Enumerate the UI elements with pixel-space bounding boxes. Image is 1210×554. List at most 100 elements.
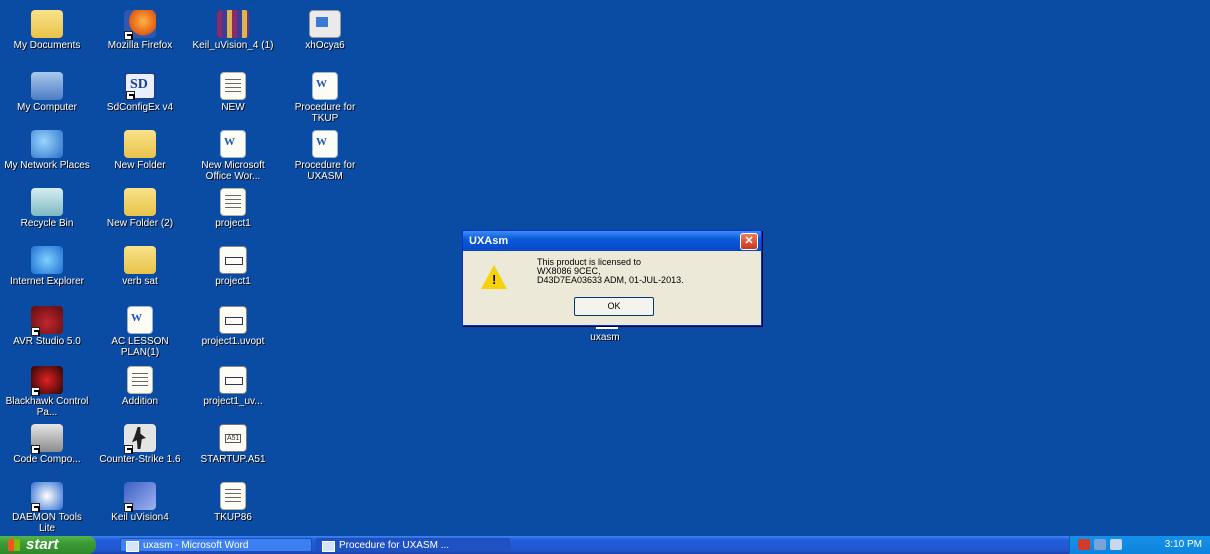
icon-label: My Computer	[16, 102, 77, 113]
taskbar: start uxasm - Microsoft Word Procedure f…	[0, 536, 1210, 554]
ok-button[interactable]: OK	[574, 297, 654, 316]
license-dialog: UXAsm ✕ ! This product is licensed to WX…	[462, 230, 762, 326]
word-doc-icon	[220, 130, 246, 158]
desktop-icon-procedure-uxasm[interactable]: Procedure for UXASM	[280, 130, 370, 182]
windows-logo-icon	[8, 539, 20, 551]
icon-label: Counter-Strike 1.6	[99, 454, 181, 465]
icon-label: Code Compo...	[13, 454, 81, 465]
desktop-icon-project1-uvopt[interactable]: project1.uvopt	[188, 306, 278, 347]
recycle-bin-icon	[31, 188, 63, 216]
desktop-icon-project1-uv[interactable]: project1_uv...	[188, 366, 278, 407]
keil-icon	[217, 10, 249, 38]
clock[interactable]: 3:10 PM	[1165, 536, 1202, 554]
taskbar-item-uxasm-word[interactable]: uxasm - Microsoft Word	[120, 538, 312, 552]
text-file-icon	[220, 188, 246, 216]
desktop-icon-project1-text[interactable]: project1	[188, 188, 278, 229]
taskbar-item-label: uxasm - Microsoft Word	[143, 540, 249, 551]
desktop-icon-code-composer[interactable]: Code Compo...	[2, 424, 92, 465]
desktop-icon-addition[interactable]: Addition	[95, 366, 185, 407]
icon-label: Procedure for UXASM	[294, 160, 356, 182]
word-doc-icon	[312, 130, 338, 158]
icon-label: Keil uVision4	[111, 512, 169, 523]
text-file-icon	[127, 366, 153, 394]
tray-app-icon[interactable]	[1078, 539, 1090, 550]
system-tray: 3:10 PM	[1069, 536, 1210, 554]
desktop-icon-my-documents[interactable]: My Documents	[2, 10, 92, 51]
word-doc-icon	[322, 541, 335, 552]
text-file-icon	[220, 482, 246, 510]
desktop-icon-internet-explorer[interactable]: Internet Explorer	[2, 246, 92, 287]
image-file-icon	[309, 10, 341, 38]
uvproj-file-icon	[219, 246, 247, 274]
code-composer-icon	[31, 424, 63, 454]
close-button[interactable]: ✕	[740, 233, 758, 250]
uxasm-icon-label[interactable]: uxasm	[580, 332, 630, 343]
desktop-icon-new[interactable]: NEW	[188, 72, 278, 113]
shortcut-arrow-icon	[124, 31, 133, 40]
icon-label: project1	[215, 218, 251, 229]
icon-label: Recycle Bin	[20, 218, 74, 229]
word-doc-icon	[127, 306, 153, 334]
dialog-title-bar[interactable]: UXAsm ✕	[463, 231, 761, 251]
icon-label: New Folder	[114, 160, 166, 171]
icon-label: Blackhawk Control Pa...	[5, 396, 89, 418]
desktop-icon-xhocya6[interactable]: xhOcya6	[280, 10, 370, 51]
desktop-icon-avr-studio[interactable]: AVR Studio 5.0	[2, 306, 92, 347]
avr-studio-icon	[31, 306, 63, 336]
desktop-icon-new-folder[interactable]: New Folder	[95, 130, 185, 171]
icon-label: New Microsoft Office Wor...	[201, 160, 265, 182]
desktop-icon-verb-sat[interactable]: verb sat	[95, 246, 185, 287]
my-computer-icon	[31, 72, 63, 100]
icon-label: project1.uvopt	[201, 336, 265, 347]
uvopt-file-icon	[219, 306, 247, 334]
my-documents-icon	[31, 10, 63, 38]
shortcut-arrow-icon	[124, 445, 133, 454]
asm-file-icon	[219, 424, 247, 452]
desktop-icon-new-ms-office-word[interactable]: New Microsoft Office Wor...	[188, 130, 278, 182]
firefox-icon	[124, 10, 156, 40]
daemon-tools-icon	[31, 482, 63, 512]
icon-label: Internet Explorer	[10, 276, 84, 287]
icon-label: Procedure for TKUP	[294, 102, 356, 124]
desktop-icon-project1-uvproj[interactable]: project1	[188, 246, 278, 287]
shortcut-arrow-icon	[31, 445, 40, 454]
desktop: My Documents Mozilla Firefox Keil_uVisio…	[0, 0, 1210, 536]
desktop-icon-recycle-bin[interactable]: Recycle Bin	[2, 188, 92, 229]
icon-label: SdConfigEx v4	[106, 102, 174, 113]
network-places-icon	[31, 130, 63, 158]
counter-strike-icon	[124, 424, 156, 454]
shortcut-arrow-icon	[31, 387, 40, 396]
uvproj-file-icon	[219, 366, 247, 394]
network-icon[interactable]	[1094, 539, 1106, 550]
desktop-icon-startup-a51[interactable]: STARTUP.A51	[188, 424, 278, 465]
text-file-icon	[220, 72, 246, 100]
icon-label: NEW	[221, 102, 245, 113]
desktop-icon-ac-lesson-plan[interactable]: AC LESSON PLAN(1)	[95, 306, 185, 358]
desktop-icon-counter-strike[interactable]: Counter-Strike 1.6	[95, 424, 185, 465]
desktop-icon-my-network-places[interactable]: My Network Places	[2, 130, 92, 171]
icon-label: My Documents	[13, 40, 81, 51]
desktop-icon-keil-uvision-4-1[interactable]: Keil_uVision_4 (1)	[188, 10, 278, 51]
desktop-icon-tkup86[interactable]: TKUP86	[188, 482, 278, 523]
desktop-icon-sdconfigex[interactable]: SdConfigEx v4	[95, 72, 185, 113]
desktop-icon-keil-uvision4[interactable]: Keil uVision4	[95, 482, 185, 523]
volume-icon[interactable]	[1110, 539, 1122, 550]
desktop-icon-new-folder-2[interactable]: New Folder (2)	[95, 188, 185, 229]
folder-icon	[124, 130, 156, 158]
desktop-icon-daemon-tools[interactable]: DAEMON Tools Lite	[2, 482, 92, 534]
icon-label: project1	[215, 276, 251, 287]
desktop-icon-firefox[interactable]: Mozilla Firefox	[95, 10, 185, 51]
start-button[interactable]: start	[0, 536, 96, 554]
icon-label: STARTUP.A51	[200, 454, 266, 465]
taskbar-item-procedure-uxasm[interactable]: Procedure for UXASM ...	[316, 538, 510, 552]
shortcut-arrow-icon	[31, 503, 40, 512]
internet-explorer-icon	[31, 246, 63, 274]
desktop-icon-procedure-tkup[interactable]: Procedure for TKUP	[280, 72, 370, 124]
desktop-icon-my-computer[interactable]: My Computer	[2, 72, 92, 113]
icon-label: TKUP86	[214, 512, 252, 523]
icon-label: AC LESSON PLAN(1)	[111, 336, 169, 358]
desktop-icon-blackhawk[interactable]: Blackhawk Control Pa...	[2, 366, 92, 418]
icon-label: xhOcya6	[305, 40, 345, 51]
taskbar-item-label: Procedure for UXASM ...	[339, 540, 450, 551]
blackhawk-icon	[31, 366, 63, 396]
